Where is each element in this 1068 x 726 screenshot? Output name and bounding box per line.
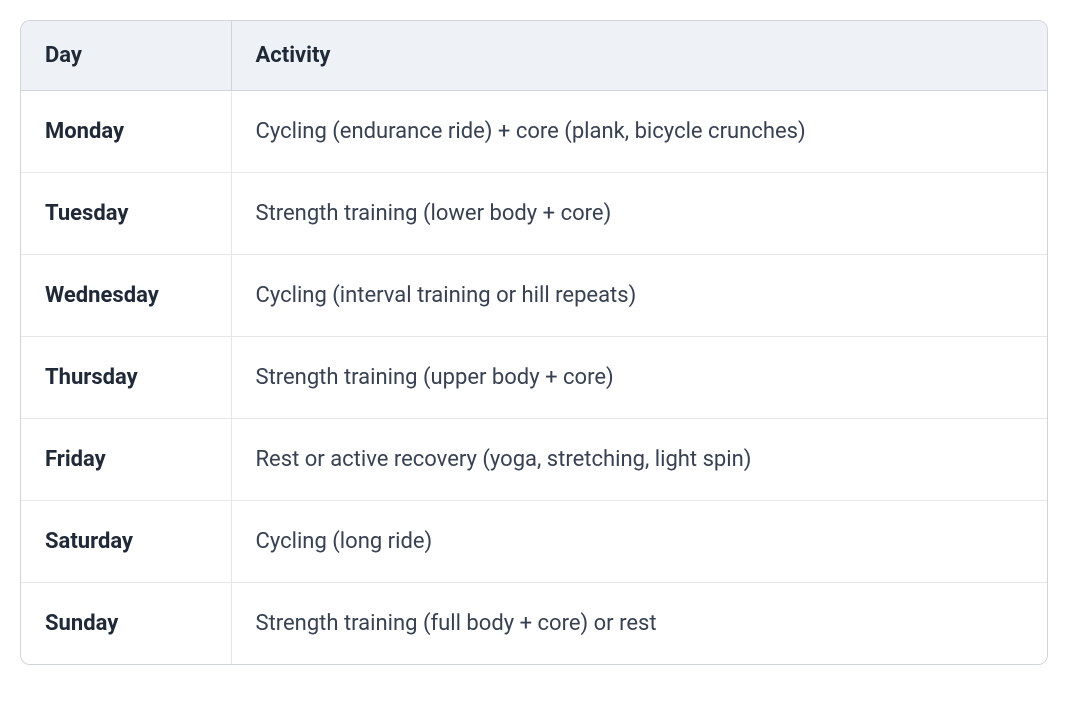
table-body: Monday Cycling (endurance ride) + core (… xyxy=(21,91,1047,665)
cell-day: Tuesday xyxy=(21,173,231,255)
cell-activity: Rest or active recovery (yoga, stretchin… xyxy=(231,419,1047,501)
table-header: Day Activity xyxy=(21,21,1047,91)
cell-activity: Strength training (upper body + core) xyxy=(231,337,1047,419)
table-row: Friday Rest or active recovery (yoga, st… xyxy=(21,419,1047,501)
table-row: Wednesday Cycling (interval training or … xyxy=(21,255,1047,337)
cell-day: Thursday xyxy=(21,337,231,419)
cell-day: Friday xyxy=(21,419,231,501)
schedule-table: Day Activity Monday Cycling (endurance r… xyxy=(21,21,1047,664)
column-header-day: Day xyxy=(21,21,231,91)
table-row: Tuesday Strength training (lower body + … xyxy=(21,173,1047,255)
column-header-activity: Activity xyxy=(231,21,1047,91)
table-header-row: Day Activity xyxy=(21,21,1047,91)
table-row: Saturday Cycling (long ride) xyxy=(21,501,1047,583)
table-row: Monday Cycling (endurance ride) + core (… xyxy=(21,91,1047,173)
cell-activity: Cycling (long ride) xyxy=(231,501,1047,583)
table-row: Thursday Strength training (upper body +… xyxy=(21,337,1047,419)
schedule-table-wrapper: Day Activity Monday Cycling (endurance r… xyxy=(20,20,1048,665)
cell-activity: Strength training (full body + core) or … xyxy=(231,583,1047,665)
cell-day: Saturday xyxy=(21,501,231,583)
cell-day: Wednesday xyxy=(21,255,231,337)
cell-day: Monday xyxy=(21,91,231,173)
cell-day: Sunday xyxy=(21,583,231,665)
cell-activity: Strength training (lower body + core) xyxy=(231,173,1047,255)
table-row: Sunday Strength training (full body + co… xyxy=(21,583,1047,665)
cell-activity: Cycling (endurance ride) + core (plank, … xyxy=(231,91,1047,173)
cell-activity: Cycling (interval training or hill repea… xyxy=(231,255,1047,337)
